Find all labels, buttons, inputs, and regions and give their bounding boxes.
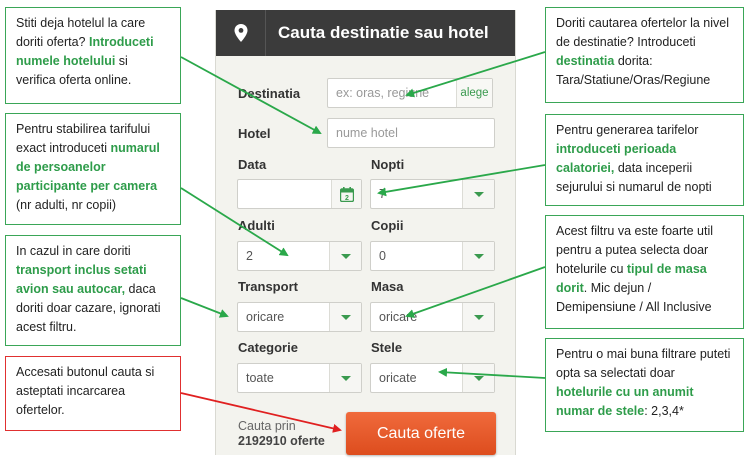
hotel-placeholder: nume hotel: [336, 126, 398, 140]
nights-value: 7: [379, 187, 386, 201]
callout-text: In cazul in care doriti: [16, 244, 131, 258]
destination-label: Destinatia: [238, 86, 301, 101]
meal-value: oricare: [379, 310, 418, 324]
transport-select[interactable]: oricare: [237, 302, 362, 332]
choose-destination-button[interactable]: alege: [456, 79, 492, 107]
category-value: toate: [246, 371, 274, 385]
callout-search: Accesati butonul cauta si asteptati inca…: [5, 356, 181, 431]
callout-destination: Doriti cautarea ofertelor la nivel de de…: [545, 7, 744, 103]
callout-period: Pentru generarea tarifelor introduceti p…: [545, 114, 744, 206]
adults-value: 2: [246, 249, 253, 263]
callout-text: Pentru generarea tarifelor: [556, 123, 699, 137]
hotel-label: Hotel: [238, 126, 271, 141]
callout-stars: Pentru o mai buna filtrare puteti opta s…: [545, 338, 744, 432]
hotel-input[interactable]: nume hotel: [327, 118, 495, 148]
callout-text: Doriti cautarea ofertelor la nivel de de…: [556, 16, 729, 49]
children-value: 0: [379, 249, 386, 263]
location-pin-icon: [216, 10, 266, 56]
panel-header: Cauta destinatie sau hotel: [216, 10, 515, 56]
callout-text: : 2,3,4*: [644, 404, 684, 418]
transport-label: Transport: [238, 279, 298, 294]
callout-meal: Acest filtru va este foarte util pentru …: [545, 215, 744, 329]
callout-hotel-name: Stiti deja hotelul la care doriti oferta…: [5, 7, 181, 104]
destination-placeholder: ex: oras, regiune: [336, 86, 430, 100]
children-label: Copii: [371, 218, 404, 233]
stars-select[interactable]: oricate: [370, 363, 495, 393]
chevron-down-icon[interactable]: [462, 303, 494, 331]
chevron-down-icon[interactable]: [462, 242, 494, 270]
callout-transport: In cazul in care doriti transport inclus…: [5, 235, 181, 346]
destination-input[interactable]: ex: oras, regiune alege: [327, 78, 493, 108]
search-offers-button[interactable]: Cauta oferte: [346, 412, 496, 455]
adults-select[interactable]: 2: [237, 241, 362, 271]
transport-value: oricare: [246, 310, 285, 324]
chevron-down-icon[interactable]: [329, 364, 361, 392]
callout-text: Accesati butonul cauta si asteptati inca…: [16, 365, 155, 417]
calendar-icon[interactable]: 2: [331, 180, 361, 208]
meal-select[interactable]: oricare: [370, 302, 495, 332]
callout-persons: Pentru stabilirea tarifului exact introd…: [5, 113, 181, 225]
offer-count-prefix: Cauta prin: [238, 419, 296, 433]
nights-label: Nopti: [371, 157, 405, 172]
offer-count-value: 2192910 oferte: [238, 434, 325, 448]
nights-select[interactable]: 7: [370, 179, 495, 209]
stars-value: oricate: [379, 371, 417, 385]
meal-label: Masa: [371, 279, 404, 294]
date-input[interactable]: 2: [237, 179, 362, 209]
chevron-down-icon[interactable]: [462, 364, 494, 392]
chevron-down-icon[interactable]: [462, 180, 494, 208]
offer-count: Cauta prin 2192910 oferte: [238, 419, 325, 449]
callout-highlight: destinatia: [556, 54, 615, 68]
callout-text: (nr adulti, nr copii): [16, 198, 117, 212]
children-select[interactable]: 0: [370, 241, 495, 271]
stars-label: Stele: [371, 340, 403, 355]
category-label: Categorie: [238, 340, 298, 355]
search-panel: Cauta destinatie sau hotel Destinatia ex…: [215, 10, 516, 455]
panel-title: Cauta destinatie sau hotel: [278, 23, 489, 42]
adults-label: Adulti: [238, 218, 275, 233]
svg-text:2: 2: [345, 194, 349, 201]
callout-text: Pentru o mai buna filtrare puteti opta s…: [556, 347, 731, 380]
category-select[interactable]: toate: [237, 363, 362, 393]
chevron-down-icon[interactable]: [329, 303, 361, 331]
date-label: Data: [238, 157, 267, 172]
chevron-down-icon[interactable]: [329, 242, 361, 270]
